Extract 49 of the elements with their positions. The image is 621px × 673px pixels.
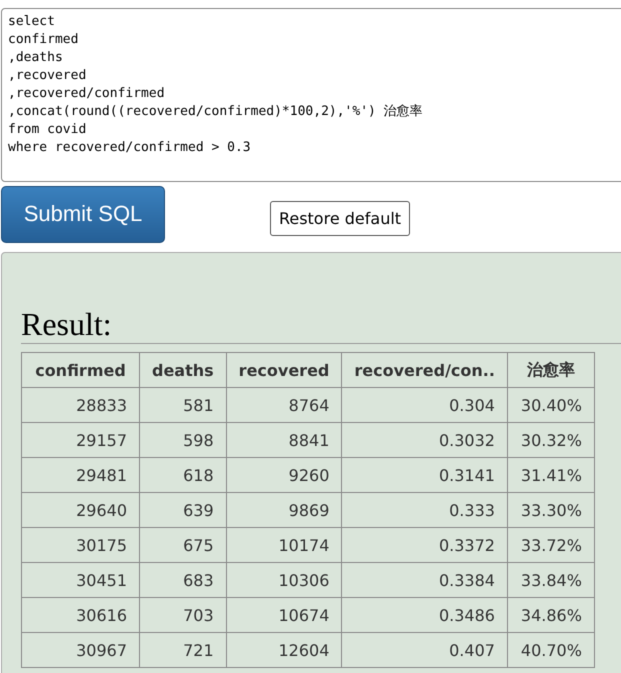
table-cell: 29481: [22, 458, 140, 492]
table-cell: 0.3032: [342, 422, 508, 458]
submit-button[interactable]: Submit SQL: [1, 186, 165, 242]
table-cell: 721: [140, 632, 226, 668]
table-cell: 0.3372: [342, 528, 508, 562]
table-cell: 34.86%: [507, 598, 594, 632]
table-cell: 30.40%: [507, 388, 594, 422]
table-cell: 0.3486: [342, 598, 508, 632]
table-cell: 12604: [226, 632, 342, 668]
table-cell: 9869: [226, 492, 342, 528]
table-cell: 598: [140, 422, 226, 458]
table-cell: 0.3141: [342, 458, 508, 492]
column-header: confirmed: [22, 352, 140, 388]
table-cell: 0.407: [342, 632, 508, 668]
table-cell: 8764: [226, 388, 342, 422]
table-cell: 9260: [226, 458, 342, 492]
table-cell: 28833: [22, 388, 140, 422]
column-header: recovered/con..: [342, 352, 508, 388]
table-cell: 30.32%: [507, 422, 594, 458]
table-cell: 30967: [22, 632, 140, 668]
table-cell: 8841: [226, 422, 342, 458]
table-cell: 683: [140, 562, 226, 598]
column-header: 治愈率: [507, 352, 594, 388]
table-cell: 33.30%: [507, 492, 594, 528]
table-cell: 30451: [22, 562, 140, 598]
table-cell: 0.333: [342, 492, 508, 528]
table-cell: 581: [140, 388, 226, 422]
table-cell: 0.3384: [342, 562, 508, 598]
table-cell: 675: [140, 528, 226, 562]
column-header: deaths: [140, 352, 226, 388]
table-cell: 31.41%: [507, 458, 594, 492]
table-cell: 639: [140, 492, 226, 528]
table-cell: 29157: [22, 422, 140, 458]
table-cell: 40.70%: [507, 632, 594, 668]
table-cell: 10674: [226, 598, 342, 632]
restore-button[interactable]: Restore default: [270, 200, 410, 236]
table-cell: 618: [140, 458, 226, 492]
table-cell: 30175: [22, 528, 140, 562]
table-cell: 10174: [226, 528, 342, 562]
table-cell: 33.84%: [507, 562, 594, 598]
column-header: recovered: [226, 352, 342, 388]
sql-editor[interactable]: select confirmed ,deaths ,recovered ,recovered/confirmed ,concat(round((recovered/confirmed)*100,2),'%') 治愈率 from covid where recovered/confirmed > 0.3: [1, 8, 621, 182]
table-cell: 33.72%: [507, 528, 594, 562]
table-cell: 703: [140, 598, 226, 632]
table-cell: 30616: [22, 598, 140, 632]
table-cell: 0.304: [342, 388, 508, 422]
table-cell: 10306: [226, 562, 342, 598]
result-heading: Result:: [21, 305, 621, 344]
table-cell: 29640: [22, 492, 140, 528]
